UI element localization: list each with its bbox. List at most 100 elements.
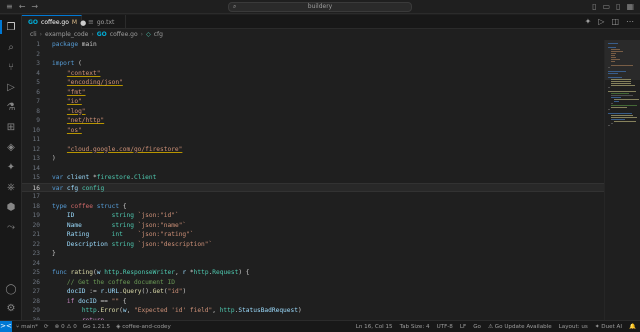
breadcrumb: cli › example_code › GO coffee.go › ◇ cf… [22,29,163,40]
code-text: "log" [66,107,86,115]
customize-layout-icon[interactable]: ▦ [626,1,634,13]
tab-label: go.txt [96,18,115,26]
code-line: 24 [22,259,604,269]
toggle-secondary-sidebar-icon[interactable]: ▯ [616,1,620,13]
breadcrumb-item[interactable]: coffee.go [110,31,138,38]
go-version[interactable]: Go 1.21.5 [83,324,110,330]
back-arrow-icon[interactable]: ← [19,1,26,13]
line-number: 9 [36,117,40,124]
testing-icon[interactable]: ⚗ [3,99,19,115]
code-line: 9 "net/http" [22,116,604,126]
breadcrumb-item[interactable]: cfg [154,31,163,38]
code-text: ) [52,155,56,162]
app-menu-icon[interactable]: ≡ [6,1,13,13]
branch-indicator[interactable]: ⑂ main* [16,324,38,330]
line-number: 18 [32,202,40,210]
source-control-icon[interactable]: ⑂ [3,59,19,75]
tab-coffee-go[interactable]: GO coffee.go M ● [22,15,86,29]
project-name: coffee-and-codey [122,323,171,330]
more-actions-icon[interactable]: ⋯ [626,17,634,26]
cursor-position[interactable]: Ln 16, Col 15 [356,324,393,330]
problems-indicator[interactable]: ⊗ 0 ⚠ 0 [55,324,77,330]
tab-size[interactable]: Tab Size: 4 [400,324,430,330]
line-number: 8 [36,107,40,115]
duet-ai-icon[interactable]: ✦ [3,159,19,175]
line-number: 20 [32,221,40,229]
code-line: 4 "context" [22,69,604,79]
breadcrumb-item[interactable]: cli [30,31,37,38]
line-number: 22 [32,240,40,248]
sparkle-icon[interactable]: ✦ [585,17,592,26]
line-number: 15 [32,174,40,181]
code-text: // Get the coffee document ID [66,278,175,286]
minimap-line [611,123,613,125]
sync-icon[interactable]: ⟳ [44,324,49,330]
code-text: "os" [66,126,82,134]
line-number: 17 [32,193,40,200]
code-line: 12 "cloud.google.com/go/firestore" [22,145,604,155]
extensions-icon[interactable]: ⊞ [3,119,19,135]
tab-go-txt[interactable]: ≡ go.txt [82,15,126,29]
explorer-icon[interactable]: ❐ [0,19,19,35]
run-icon[interactable]: ▷ [598,17,604,26]
search-icon[interactable]: ⌕ [3,39,19,55]
cloud-code-project[interactable]: ◈ coffee-and-codey [116,324,171,330]
code-line: 1 package main [22,40,604,50]
code-line: 8 "log" [22,107,604,117]
code-text: type coffee struct { [52,202,127,210]
remote-indicator-icon[interactable]: >< [0,321,12,332]
toggle-sidebar-icon[interactable]: ▯ [592,1,596,13]
toggle-panel-icon[interactable]: ▭ [602,1,610,13]
title-bar: ≡ ← → ⌕ buildery ▯ ▭ ▯ ▦ [0,0,640,14]
minimap-line [614,101,619,103]
code-line: 13) [22,154,604,164]
account-icon[interactable]: ◯ [3,281,19,297]
layout-controls: ▯ ▭ ▯ ▦ [592,1,634,13]
duet-ai-label: Duet AI [601,323,623,330]
code-line: 25 func rating(w http.ResponseWriter, r *… [22,268,604,278]
code-text: "net/http" [66,117,105,124]
code-text: package main [52,41,97,48]
modified-badge: M [71,19,78,26]
branch-name: main* [21,323,38,330]
manage-gear-icon[interactable]: ⚙ [3,300,19,316]
line-number: 7 [36,98,40,105]
kubernetes-icon[interactable]: ⎈ [3,179,19,195]
line-number: 25 [32,269,40,276]
code-line: 6 "fmt" [22,88,604,98]
run-debug-icon[interactable]: ▷ [3,79,19,95]
tab-label: coffee.go [41,19,69,26]
chevron-right-icon: › [39,31,43,38]
minimap-line [611,65,633,67]
notifications-bell-icon[interactable]: 🔔 [629,324,636,330]
api-icon[interactable]: ⬢ [3,199,19,215]
split-editor-icon[interactable]: ◫ [611,17,619,26]
command-center[interactable]: ⌕ buildery [228,2,412,12]
breadcrumb-item[interactable]: example_code [45,31,88,38]
encoding[interactable]: UTF-8 [437,324,453,330]
line-number: 2 [36,50,40,58]
minimap[interactable] [604,40,640,320]
line-number: 6 [36,88,40,96]
title-bar-left: ≡ ← → [6,1,38,13]
code-line: 11 [22,135,604,145]
minimap-line [611,85,635,87]
chevron-right-icon: › [140,31,144,38]
cloud-run-icon[interactable]: ⤳ [3,219,19,235]
code-editor[interactable]: 1 package main 2 3 import ( 4 "context" 5 … [22,40,606,320]
forward-arrow-icon[interactable]: → [31,1,38,13]
cloud-code-icon[interactable]: ◈ [3,139,19,155]
code-line: 7 "io" [22,97,604,107]
line-number: 28 [32,297,40,305]
end-of-line[interactable]: LF [460,324,466,330]
go-update-notice[interactable]: ⚠ Go Update Available [488,324,552,330]
code-line: 26 // Get the coffee document ID [22,278,604,288]
language-mode[interactable]: Go [473,324,481,330]
keyboard-layout[interactable]: Layout: us [559,324,588,330]
status-bar-left: ⑂ main* ⟳ ⊗ 0 ⚠ 0 Go 1.21.5 ◈ coffee-and… [16,321,171,332]
code-line: 28 if docID == "" { [22,297,604,307]
code-line: 29 http.Error(w, "Expected 'id' field", … [22,306,604,316]
duet-ai-status[interactable]: ✦ Duet AI [595,324,622,330]
code-text: if docID == "" { [66,297,127,305]
variable-icon: ◇ [146,31,151,38]
